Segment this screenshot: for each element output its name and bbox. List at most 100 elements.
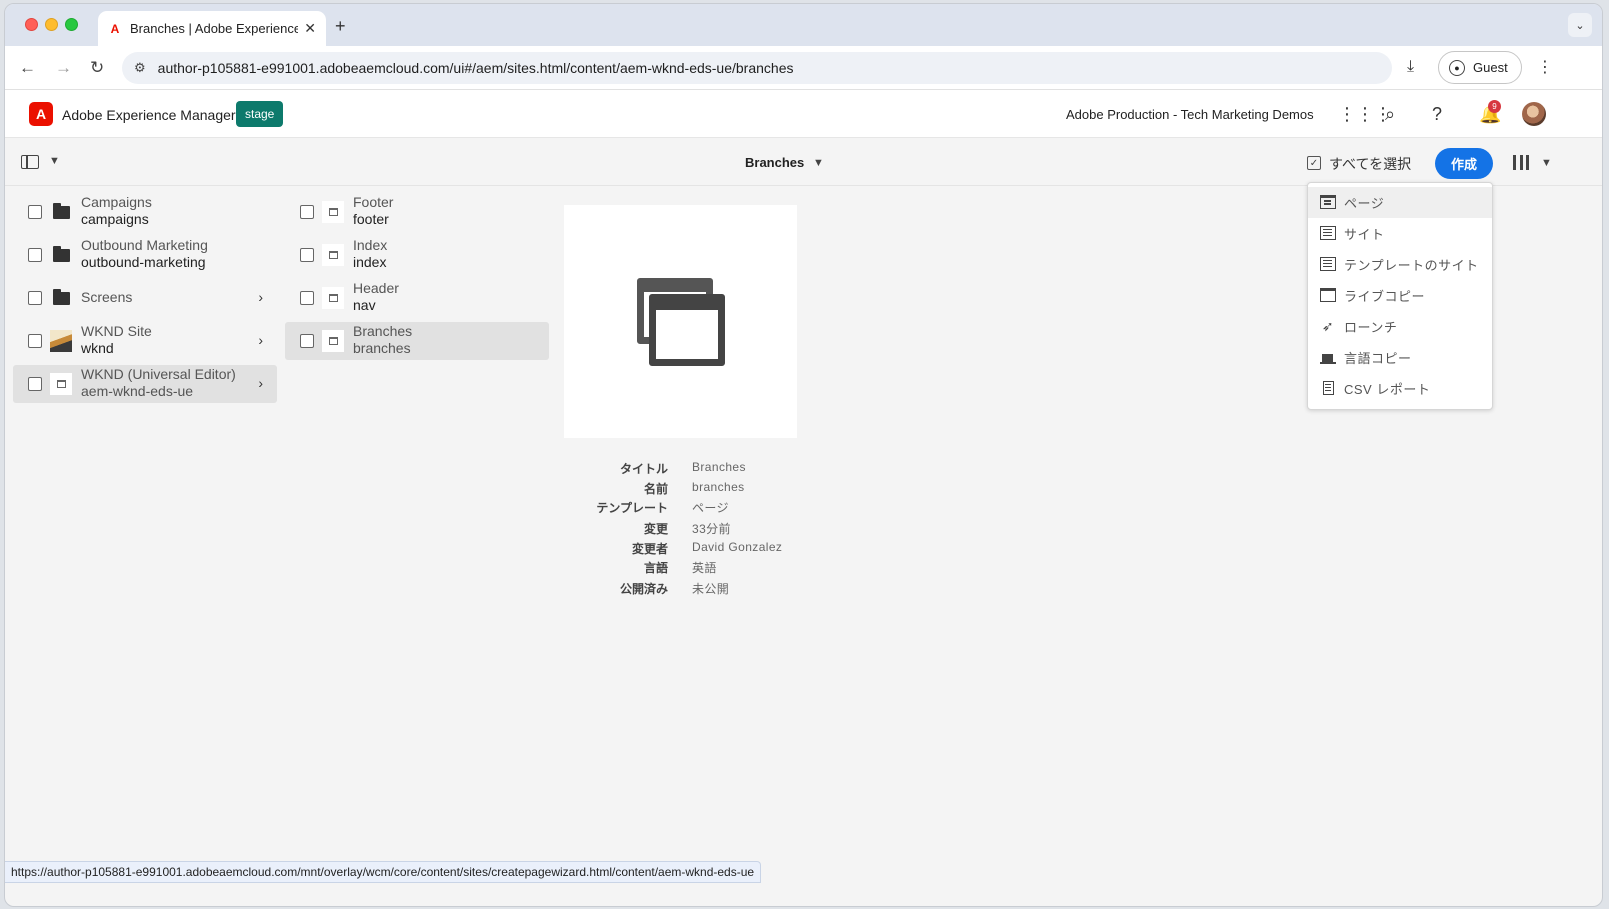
column-item-branches[interactable]: Branches branches [285,322,549,360]
product-name[interactable]: Adobe Experience Manager [62,107,236,123]
minimize-window-button[interactable] [45,18,58,31]
menu-item-label: サイト [1344,227,1385,242]
view-chevron-down-icon[interactable]: ▼ [1541,157,1552,169]
detail-value: 未公開 [692,582,730,596]
item-name: branches [353,340,411,356]
menu-item-label: テンプレートのサイト [1344,258,1479,273]
page-icon [50,373,72,395]
menu-item-language-copy[interactable]: 言語コピー [1308,342,1492,373]
column-item-campaigns[interactable]: Campaigns campaigns [13,193,277,231]
back-arrow-icon[interactable]: ← [19,58,36,78]
tab-search-chevron-icon[interactable]: ⌄ [1568,13,1592,37]
item-name: campaigns [81,211,149,227]
adobe-logo-icon[interactable]: A [29,102,53,126]
item-name: index [353,254,387,270]
user-avatar[interactable] [1522,102,1546,126]
detail-value: David Gonzalez [692,540,783,554]
column-item-index[interactable]: Index index [285,236,549,274]
item-checkbox[interactable] [300,291,314,305]
detail-row: 言語 英語 [564,559,864,579]
address-url[interactable]: author-p105881-e991001.adobeaemcloud.com… [158,60,794,76]
detail-value: 33分前 [692,522,731,536]
tab-title: Branches | Adobe Experience [130,21,299,36]
new-tab-button[interactable]: + [335,16,346,37]
detail-row: テンプレート ページ [564,499,864,519]
address-bar[interactable]: ⚙ author-p105881-e991001.adobeaemcloud.c… [122,52,1392,84]
create-button[interactable]: 作成 [1435,148,1493,179]
detail-key: テンプレート [596,501,668,515]
item-checkbox[interactable] [300,334,314,348]
column-view-icon[interactable] [1513,155,1529,170]
menu-item-csv-report[interactable]: CSV レポート [1308,373,1492,404]
menu-item-label: ローンチ [1344,320,1398,335]
column-item-outbound-marketing[interactable]: Outbound Marketing outbound-marketing [13,236,277,274]
menu-item-page[interactable]: ページ [1308,187,1492,218]
item-title: Index [353,237,388,253]
site-settings-icon[interactable]: ⚙ [134,60,146,76]
apps-grid-icon[interactable]: ⋮⋮⋮ [1338,104,1392,125]
chevron-right-icon[interactable]: › [258,332,263,348]
detail-value: branches [692,480,745,494]
item-checkbox[interactable] [28,377,42,391]
item-title: Campaigns [81,194,152,210]
maximize-window-button[interactable] [65,18,78,31]
title-chevron-down-icon[interactable]: ▼ [813,157,824,169]
item-checkbox[interactable] [28,205,42,219]
column-item-screens[interactable]: Screens › [13,279,277,317]
select-all-label[interactable]: すべてを選択 [1329,154,1411,174]
launch-icon: ➶ [1321,318,1335,334]
site-template-icon [1320,257,1336,271]
item-name: outbound-marketing [81,254,206,270]
help-icon[interactable]: ? [1432,104,1442,125]
menu-item-site-from-template[interactable]: テンプレートのサイト [1308,249,1492,280]
rail-chevron-down-icon[interactable]: ▼ [49,155,60,167]
download-icon[interactable]: ⤓ [1407,58,1414,76]
forward-arrow-icon[interactable]: → [55,58,72,78]
menu-item-site[interactable]: サイト [1308,218,1492,249]
column-item-wknd-site[interactable]: WKND Site wknd › [13,322,277,360]
page-icon [322,244,344,266]
action-bar: ▼ Branches ▼ ✓ すべてを選択 作成 ▼ [5,138,1602,186]
csv-report-icon [1323,381,1334,395]
menu-item-launch[interactable]: ➶ ローンチ [1308,311,1492,342]
browser-menu-icon[interactable]: ⋮ [1537,57,1553,77]
notification-badge: 9 [1488,100,1501,113]
item-checkbox[interactable] [28,291,42,305]
chevron-right-icon[interactable]: › [258,289,263,305]
folder-icon [50,201,72,223]
rail-toggle-icon[interactable] [21,155,39,169]
item-title: Branches [353,323,413,339]
detail-value: 英語 [692,561,717,575]
page-preview-icon-front [649,294,725,366]
column-item-footer[interactable]: Footer footer [285,193,549,231]
menu-item-label: ページ [1344,196,1385,211]
item-checkbox[interactable] [300,248,314,262]
column-item-header[interactable]: Header nav [285,279,549,317]
site-icon [1320,226,1336,240]
item-checkbox[interactable] [300,205,314,219]
menu-item-label: ライブコピー [1344,289,1426,304]
browser-toolbar: ← → ↻ ⚙ author-p105881-e991001.adobeaemc… [5,46,1602,90]
aem-shell-header: A Adobe Experience Manager stage Adobe P… [5,90,1602,138]
select-all-icon[interactable]: ✓ [1307,156,1321,170]
reload-icon[interactable]: ↻ [90,58,104,78]
profile-button[interactable]: ● Guest [1438,51,1522,84]
close-window-button[interactable] [25,18,38,31]
org-switcher[interactable]: Adobe Production - Tech Marketing Demos [1066,107,1314,122]
item-title: Header [353,280,399,296]
detail-value: Branches [692,460,746,474]
column-item-wknd-universal-editor[interactable]: WKND (Universal Editor) aem-wknd-eds-ue › [13,365,277,403]
site-thumbnail [50,330,72,352]
detail-key: 変更者 [631,542,668,556]
item-checkbox[interactable] [28,248,42,262]
menu-item-label: CSV レポート [1344,382,1431,397]
detail-row: タイトル Branches [564,460,864,480]
menu-item-live-copy[interactable]: ライブコピー [1308,280,1492,311]
search-icon[interactable]: ⌕ [1385,104,1395,125]
item-checkbox[interactable] [28,334,42,348]
detail-key: 変更 [643,522,668,536]
chevron-right-icon[interactable]: › [258,375,263,391]
tab-close-icon[interactable]: ✕ [304,20,316,37]
browser-tab[interactable]: A Branches | Adobe Experience ✕ [98,11,326,46]
view-title[interactable]: Branches [745,155,804,170]
